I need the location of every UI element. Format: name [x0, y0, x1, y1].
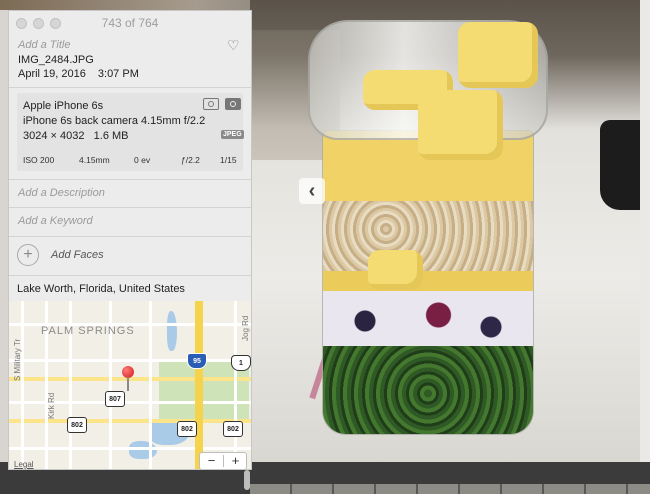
road-shield: 807: [105, 391, 125, 407]
title-bar: 743 of 764: [9, 11, 251, 35]
description-field[interactable]: Add a Description: [18, 187, 105, 199]
file-size: 1.6 MB: [93, 130, 129, 142]
photo-image: [250, 0, 640, 462]
map-street-label: Kirk Rd: [47, 392, 56, 419]
photo-counter: 743 of 764: [101, 16, 159, 30]
divider: [9, 87, 251, 88]
location-label: Lake Worth, Florida, United States: [17, 283, 185, 295]
add-faces-button[interactable]: +: [17, 244, 39, 266]
image-dimensions: 3024 × 4032: [23, 130, 85, 142]
exif-row: ISO 200 4.15mm 0 ev ƒ/2.2 1/15: [17, 153, 243, 167]
exif-focal-length: 4.15mm: [79, 155, 110, 165]
exif-aperture: ƒ/2.2: [181, 155, 200, 165]
info-panel: 743 of 764 Add a Title ♡ IMG_2484.JPG Ap…: [8, 10, 252, 470]
date: April 19, 2016: [18, 68, 86, 80]
photo-background-appliance: [600, 120, 640, 210]
interstate-shield: 95: [187, 353, 207, 369]
cup-body: [322, 130, 534, 435]
format-badge: JPEG: [221, 130, 244, 139]
map-street-label: S Military Tr: [13, 338, 22, 381]
exif-iso: ISO 200: [23, 155, 55, 165]
panel-resize-handle[interactable]: [244, 470, 250, 490]
map-legal-link[interactable]: Legal: [14, 460, 34, 469]
photo-blender-cup: [308, 20, 548, 440]
camera-info-box: Apple iPhone 6s iPhone 6s back camera 4.…: [17, 93, 244, 171]
zoom-out-button[interactable]: −: [200, 453, 223, 469]
map-street-label: Jog Rd: [241, 315, 250, 341]
plus-icon: +: [23, 246, 33, 263]
road-shield: 802: [67, 417, 87, 433]
divider: [9, 179, 251, 180]
camera-lens: iPhone 6s back camera 4.15mm f/2.2: [23, 115, 206, 127]
filename: IMG_2484.JPG: [18, 54, 94, 66]
image-dimensions-size: 3024 × 4032 1.6 MB: [23, 130, 129, 142]
camera-icon: [203, 98, 219, 110]
camera-model: Apple iPhone 6s: [23, 100, 104, 112]
chevron-left-icon: ‹: [308, 180, 316, 202]
title-field[interactable]: Add a Title: [18, 39, 71, 51]
map-zoom-control: − +: [199, 452, 247, 469]
keyword-field[interactable]: Add a Keyword: [18, 215, 93, 227]
previous-photo-button[interactable]: ‹: [299, 178, 325, 204]
add-faces-label[interactable]: Add Faces: [51, 249, 104, 261]
map-area-label: PALM SPRINGS: [41, 325, 135, 337]
heart-icon[interactable]: ♡: [227, 37, 240, 54]
exif-shutter: 1/15: [220, 155, 237, 165]
exif-exposure-bias: 0 ev: [134, 155, 151, 165]
thumbnail-row[interactable]: [250, 484, 650, 494]
divider: [9, 236, 251, 237]
photo-mode-icon: [225, 98, 241, 110]
date-time: April 19, 2016 3:07 PM: [18, 68, 139, 80]
us-highway-shield: 1: [231, 355, 251, 371]
divider: [9, 207, 251, 208]
divider: [9, 275, 251, 276]
zoom-in-button[interactable]: +: [224, 453, 247, 469]
location-map[interactable]: PALM SPRINGS S Military Tr Kirk Rd Jog R…: [9, 301, 251, 469]
road-shield: 802: [177, 421, 197, 437]
time: 3:07 PM: [97, 68, 139, 80]
road-shield: 802: [223, 421, 243, 437]
